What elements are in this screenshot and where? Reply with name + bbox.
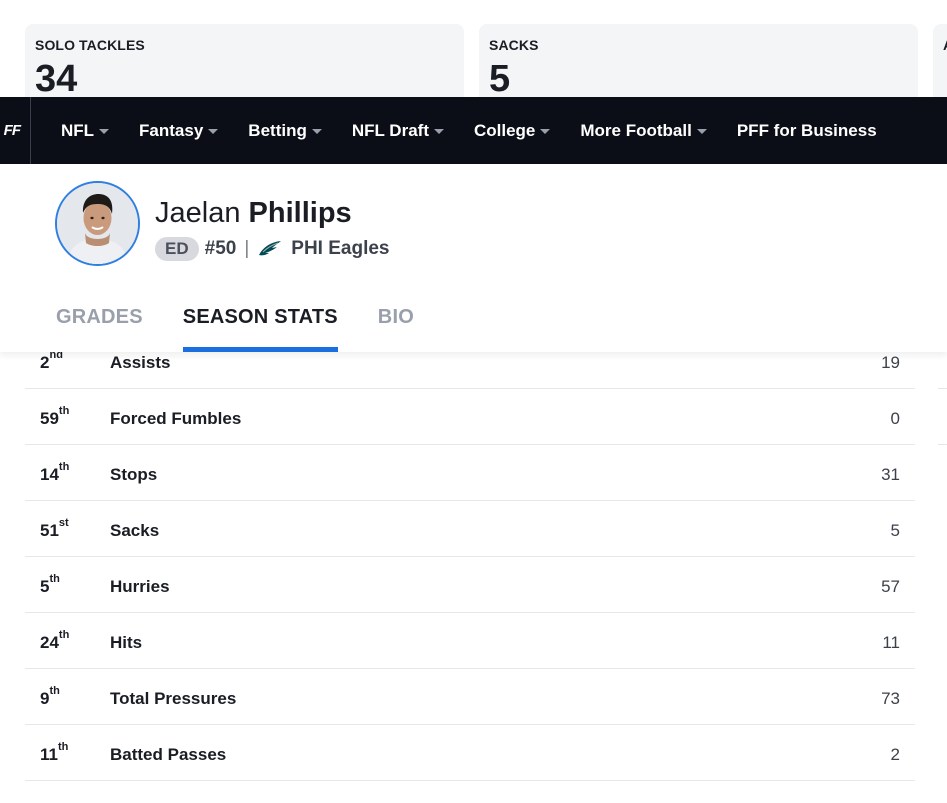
table-row: 59th Forced Fumbles 0 [25, 389, 915, 445]
stat-name: Stops [110, 465, 158, 484]
nav-item-betting[interactable]: Betting [248, 121, 322, 141]
caret-down-icon [540, 129, 551, 134]
table-row: 24th Hits 11 [25, 613, 915, 669]
stat-name: Assists [110, 353, 171, 372]
stat-name: Hurries [110, 577, 170, 596]
stat-card-value: 5 [489, 58, 511, 100]
stat-value: 5 [890, 521, 900, 540]
stat-name: Sacks [110, 521, 160, 540]
nav-item-label: NFL [61, 120, 95, 140]
stat-card-label: SACKS [489, 37, 539, 53]
jersey-number: #50 [204, 238, 237, 259]
player-last-name: Phillips [248, 197, 352, 229]
top-navbar: FF NFL Fantasy Betting NFL Draft College [0, 97, 947, 164]
stat-value: 57 [881, 577, 900, 596]
stat-rank: 59th [40, 405, 70, 428]
nav-item-label: More Football [580, 120, 692, 140]
nav-item-label: NFL Draft [351, 120, 429, 140]
meta-divider: | [244, 238, 250, 259]
stat-value: 19 [881, 353, 900, 372]
table-row: 14th Stops 31 [25, 445, 915, 501]
nav-item-nfl-draft[interactable]: NFL Draft [352, 121, 444, 141]
caret-down-icon [311, 129, 322, 134]
pff-logo[interactable]: FF [0, 97, 31, 164]
tab-grades[interactable]: GRADES [56, 306, 143, 352]
stat-rank: 2nd [40, 349, 63, 372]
player-page: SOLO TACKLES 34 SACKS 5 A FF NFL Fantasy… [0, 0, 947, 803]
stat-rank: 24th [40, 629, 70, 652]
position-badge: ED [155, 237, 199, 261]
nav-item-fantasy[interactable]: Fantasy [139, 120, 219, 141]
stat-value: 2 [890, 745, 900, 764]
table-row: 11th Batted Passes 2 [25, 725, 915, 781]
stat-value: 73 [881, 689, 900, 708]
caret-down-icon [208, 129, 219, 134]
stat-name: Batted Passes [110, 745, 227, 764]
player-header: Jaelan Phillips ED #50 | PHI Eagles GRAD… [0, 164, 947, 352]
profile-tabs: GRADES SEASON STATS BIO [56, 306, 454, 352]
player-name: Jaelan Phillips [155, 197, 352, 230]
tab-season-stats[interactable]: SEASON STATS [182, 306, 338, 352]
stat-rank: 11th [40, 741, 69, 764]
caret-down-icon [433, 129, 444, 134]
stat-value: 0 [890, 409, 900, 428]
nav-item-pff-for-business[interactable]: PFF for Business [737, 121, 877, 141]
stat-card-label: SOLO TACKLES [35, 37, 145, 53]
stat-rank: 9th [40, 685, 60, 708]
season-stats-table: 2nd Assists 19 59th Forced Fumbles 0 14t… [25, 333, 915, 781]
stat-value: 11 [882, 633, 900, 652]
stat-rank: 51st [40, 517, 69, 540]
nav-item-college[interactable]: College [473, 120, 551, 141]
player-first-name: Jaelan [155, 197, 241, 229]
player-avatar [55, 181, 140, 266]
stat-rank: 5th [40, 573, 60, 596]
nav-item-label: Fantasy [139, 120, 204, 140]
caret-down-icon [696, 129, 707, 134]
table-row: 5th Hurries 57 [25, 557, 915, 613]
nav-item-label: Betting [248, 120, 307, 140]
nav-item-nfl[interactable]: NFL [61, 120, 110, 141]
stat-rank: 14th [40, 461, 70, 484]
adjacent-table-divider [938, 388, 947, 389]
table-row: 9th Total Pressures 73 [25, 669, 915, 725]
stat-name: Forced Fumbles [110, 409, 242, 428]
tab-bio[interactable]: BIO [378, 306, 414, 352]
stat-value: 31 [881, 465, 900, 484]
stat-name: Hits [110, 633, 143, 652]
stat-name: Total Pressures [110, 689, 237, 708]
team-name[interactable]: PHI Eagles [291, 238, 389, 260]
nav-item-label: College [473, 120, 536, 140]
eagles-logo-icon [257, 239, 283, 259]
caret-down-icon [99, 129, 110, 134]
adjacent-table-divider [938, 444, 947, 445]
nav-item-more-football[interactable]: More Football [580, 120, 707, 141]
nav-menu: NFL Fantasy Betting NFL Draft College Mo… [61, 121, 907, 141]
stat-card-label: A [943, 37, 947, 53]
table-row: 51st Sacks 5 [25, 501, 915, 557]
stat-card-value: 34 [35, 58, 78, 100]
nav-item-label: PFF for Business [736, 120, 877, 140]
player-meta: ED #50 | PHI Eagles [155, 237, 389, 261]
